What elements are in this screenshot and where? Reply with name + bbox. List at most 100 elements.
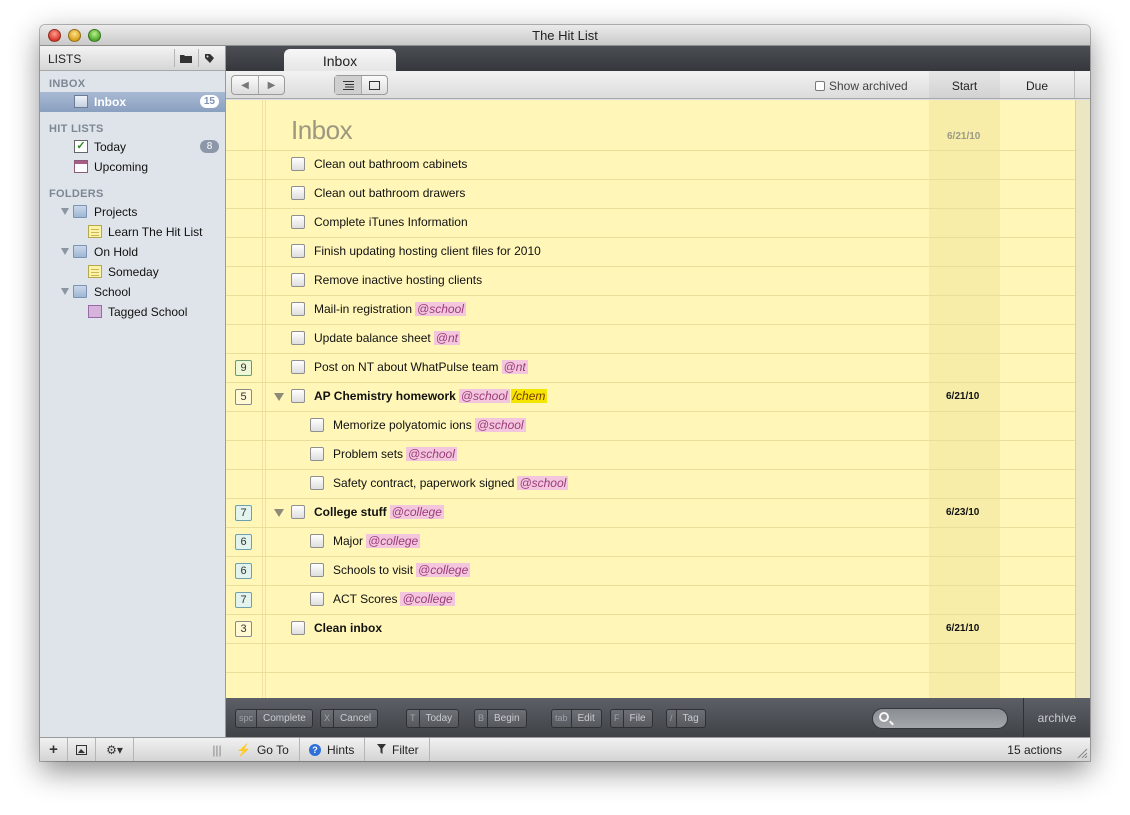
context-tag[interactable]: @school <box>458 389 510 403</box>
disclosure-triangle-icon[interactable] <box>61 208 69 215</box>
column-header-due[interactable]: Due <box>1000 71 1075 98</box>
tag-chem[interactable]: /chem <box>510 389 548 403</box>
disclosure-triangle-icon[interactable] <box>61 288 69 295</box>
disclosure-triangle-icon[interactable] <box>274 393 284 401</box>
task-checkbox[interactable] <box>310 418 324 432</box>
resize-grip-icon[interactable] <box>1077 748 1088 759</box>
image-button[interactable] <box>68 738 96 761</box>
hints-button[interactable]: ? Hints <box>299 738 366 761</box>
sidebar-item-someday[interactable]: Someday <box>40 262 225 282</box>
task-row[interactable]: 6 Schools to visit @college <box>226 556 1075 585</box>
task-row[interactable]: 9 Post on NT about WhatPulse team @nt <box>226 353 1075 382</box>
today-button[interactable]: T Today <box>406 709 460 728</box>
task-checkbox[interactable] <box>291 505 305 519</box>
sidebar-item-learn-the-hit-list[interactable]: Learn The Hit List <box>40 222 225 242</box>
task-row[interactable]: Update balance sheet @nt <box>226 324 1075 353</box>
column-header-start[interactable]: Start <box>929 71 1000 98</box>
context-tag[interactable]: @school <box>406 447 457 461</box>
sidebar-item-projects[interactable]: Projects <box>40 202 225 222</box>
task-row[interactable]: 5 AP Chemistry homework @school/chem 6/21… <box>226 382 1075 411</box>
task-checkbox[interactable] <box>291 621 305 635</box>
tag-icon <box>205 53 214 63</box>
task-checkbox[interactable] <box>310 476 324 490</box>
complete-button[interactable]: spc Complete <box>235 709 313 728</box>
tab-inbox[interactable]: Inbox <box>284 49 396 73</box>
sidebar-item-tagged-school[interactable]: Tagged School <box>40 302 225 322</box>
sidebar-item-on-hold[interactable]: On Hold <box>40 242 225 262</box>
task-row[interactable]: Clean out bathroom cabinets <box>226 150 1075 179</box>
context-tag[interactable]: @college <box>400 592 455 606</box>
task-checkbox[interactable] <box>310 447 324 461</box>
disclosure-triangle-icon[interactable] <box>61 248 69 255</box>
task-checkbox[interactable] <box>291 360 305 374</box>
main-pane: Inbox ◀ ▶ Show archived Start Due Inbox … <box>226 46 1090 761</box>
detail-view-icon[interactable] <box>361 76 387 94</box>
task-checkbox[interactable] <box>291 186 305 200</box>
task-checkbox[interactable] <box>291 273 305 287</box>
outline-view-icon[interactable] <box>335 76 361 94</box>
priority-badge[interactable]: 3 <box>235 621 252 637</box>
context-tag[interactable]: @nt <box>433 331 460 345</box>
archive-button[interactable]: archive <box>1023 698 1090 737</box>
gear-icon[interactable]: ⚙▾ <box>96 738 134 761</box>
resize-handle-icon[interactable]: ||| <box>208 738 226 761</box>
show-archived-toggle[interactable]: Show archived <box>815 79 908 93</box>
priority-badge[interactable]: 6 <box>235 563 252 579</box>
forward-arrow-icon[interactable]: ▶ <box>258 76 284 94</box>
task-checkbox[interactable] <box>291 157 305 171</box>
sidebar-item-school[interactable]: School <box>40 282 225 302</box>
new-folder-button[interactable] <box>174 49 196 67</box>
task-checkbox[interactable] <box>310 534 324 548</box>
priority-badge[interactable]: 5 <box>235 389 252 405</box>
priority-badge[interactable]: 7 <box>235 592 252 608</box>
context-tag[interactable]: @college <box>416 563 471 577</box>
task-row[interactable]: Mail-in registration @school <box>226 295 1075 324</box>
go-to-button[interactable]: ⚡ Go To <box>226 738 300 761</box>
cancel-button[interactable]: X Cancel <box>320 709 379 728</box>
edit-button[interactable]: tab Edit <box>551 709 602 728</box>
task-row[interactable]: 6 Major @college <box>226 527 1075 556</box>
task-row[interactable]: Safety contract, paperwork signed @school <box>226 469 1075 498</box>
task-row[interactable]: 7 ACT Scores @college <box>226 585 1075 614</box>
priority-badge[interactable]: 7 <box>235 505 252 521</box>
task-checkbox[interactable] <box>291 331 305 345</box>
begin-button[interactable]: B Begin <box>474 709 527 728</box>
priority-badge[interactable]: 6 <box>235 534 252 550</box>
task-row[interactable]: 7 College stuff @college 6/23/10 <box>226 498 1075 527</box>
context-tag[interactable]: @nt <box>501 360 528 374</box>
picture-icon <box>76 744 87 755</box>
task-row[interactable]: 3 Clean inbox 6/21/10 <box>226 614 1075 643</box>
sidebar-item-today[interactable]: ✓ Today 8 <box>40 137 225 157</box>
task-checkbox[interactable] <box>310 592 324 606</box>
priority-badge[interactable]: 9 <box>235 360 252 376</box>
task-checkbox[interactable] <box>291 302 305 316</box>
task-row[interactable]: Memorize polyatomic ions @school <box>226 411 1075 440</box>
context-tag[interactable]: @school <box>517 476 569 490</box>
task-row[interactable]: Finish updating hosting client files for… <box>226 237 1075 266</box>
task-row[interactable]: Remove inactive hosting clients <box>226 266 1075 295</box>
task-checkbox[interactable] <box>310 563 324 577</box>
context-tag[interactable]: @school <box>474 418 526 432</box>
context-tag[interactable]: @college <box>389 505 444 519</box>
back-arrow-icon[interactable]: ◀ <box>232 76 258 94</box>
new-tag-button[interactable] <box>198 49 220 67</box>
vertical-scrollbar[interactable] <box>1075 100 1090 698</box>
context-tag[interactable]: @college <box>366 534 421 548</box>
tag-button[interactable]: / Tag <box>666 709 706 728</box>
file-button[interactable]: F File <box>610 709 653 728</box>
show-archived-checkbox[interactable] <box>815 81 825 91</box>
task-checkbox[interactable] <box>291 244 305 258</box>
sidebar-item-inbox[interactable]: Inbox 15 <box>40 92 225 112</box>
search-field[interactable] <box>872 708 1008 729</box>
sidebar-item-upcoming[interactable]: Upcoming <box>40 157 225 177</box>
context-tag[interactable]: @school <box>415 302 466 316</box>
filter-button[interactable]: Filter <box>367 738 430 761</box>
task-checkbox[interactable] <box>291 389 305 403</box>
add-icon[interactable]: + <box>40 738 68 761</box>
task-row[interactable]: Complete iTunes Information <box>226 208 1075 237</box>
task-row[interactable]: Problem sets @school <box>226 440 1075 469</box>
sidebar-item-label: On Hold <box>94 245 139 259</box>
task-row[interactable]: Clean out bathroom drawers <box>226 179 1075 208</box>
task-checkbox[interactable] <box>291 215 305 229</box>
disclosure-triangle-icon[interactable] <box>274 509 284 517</box>
